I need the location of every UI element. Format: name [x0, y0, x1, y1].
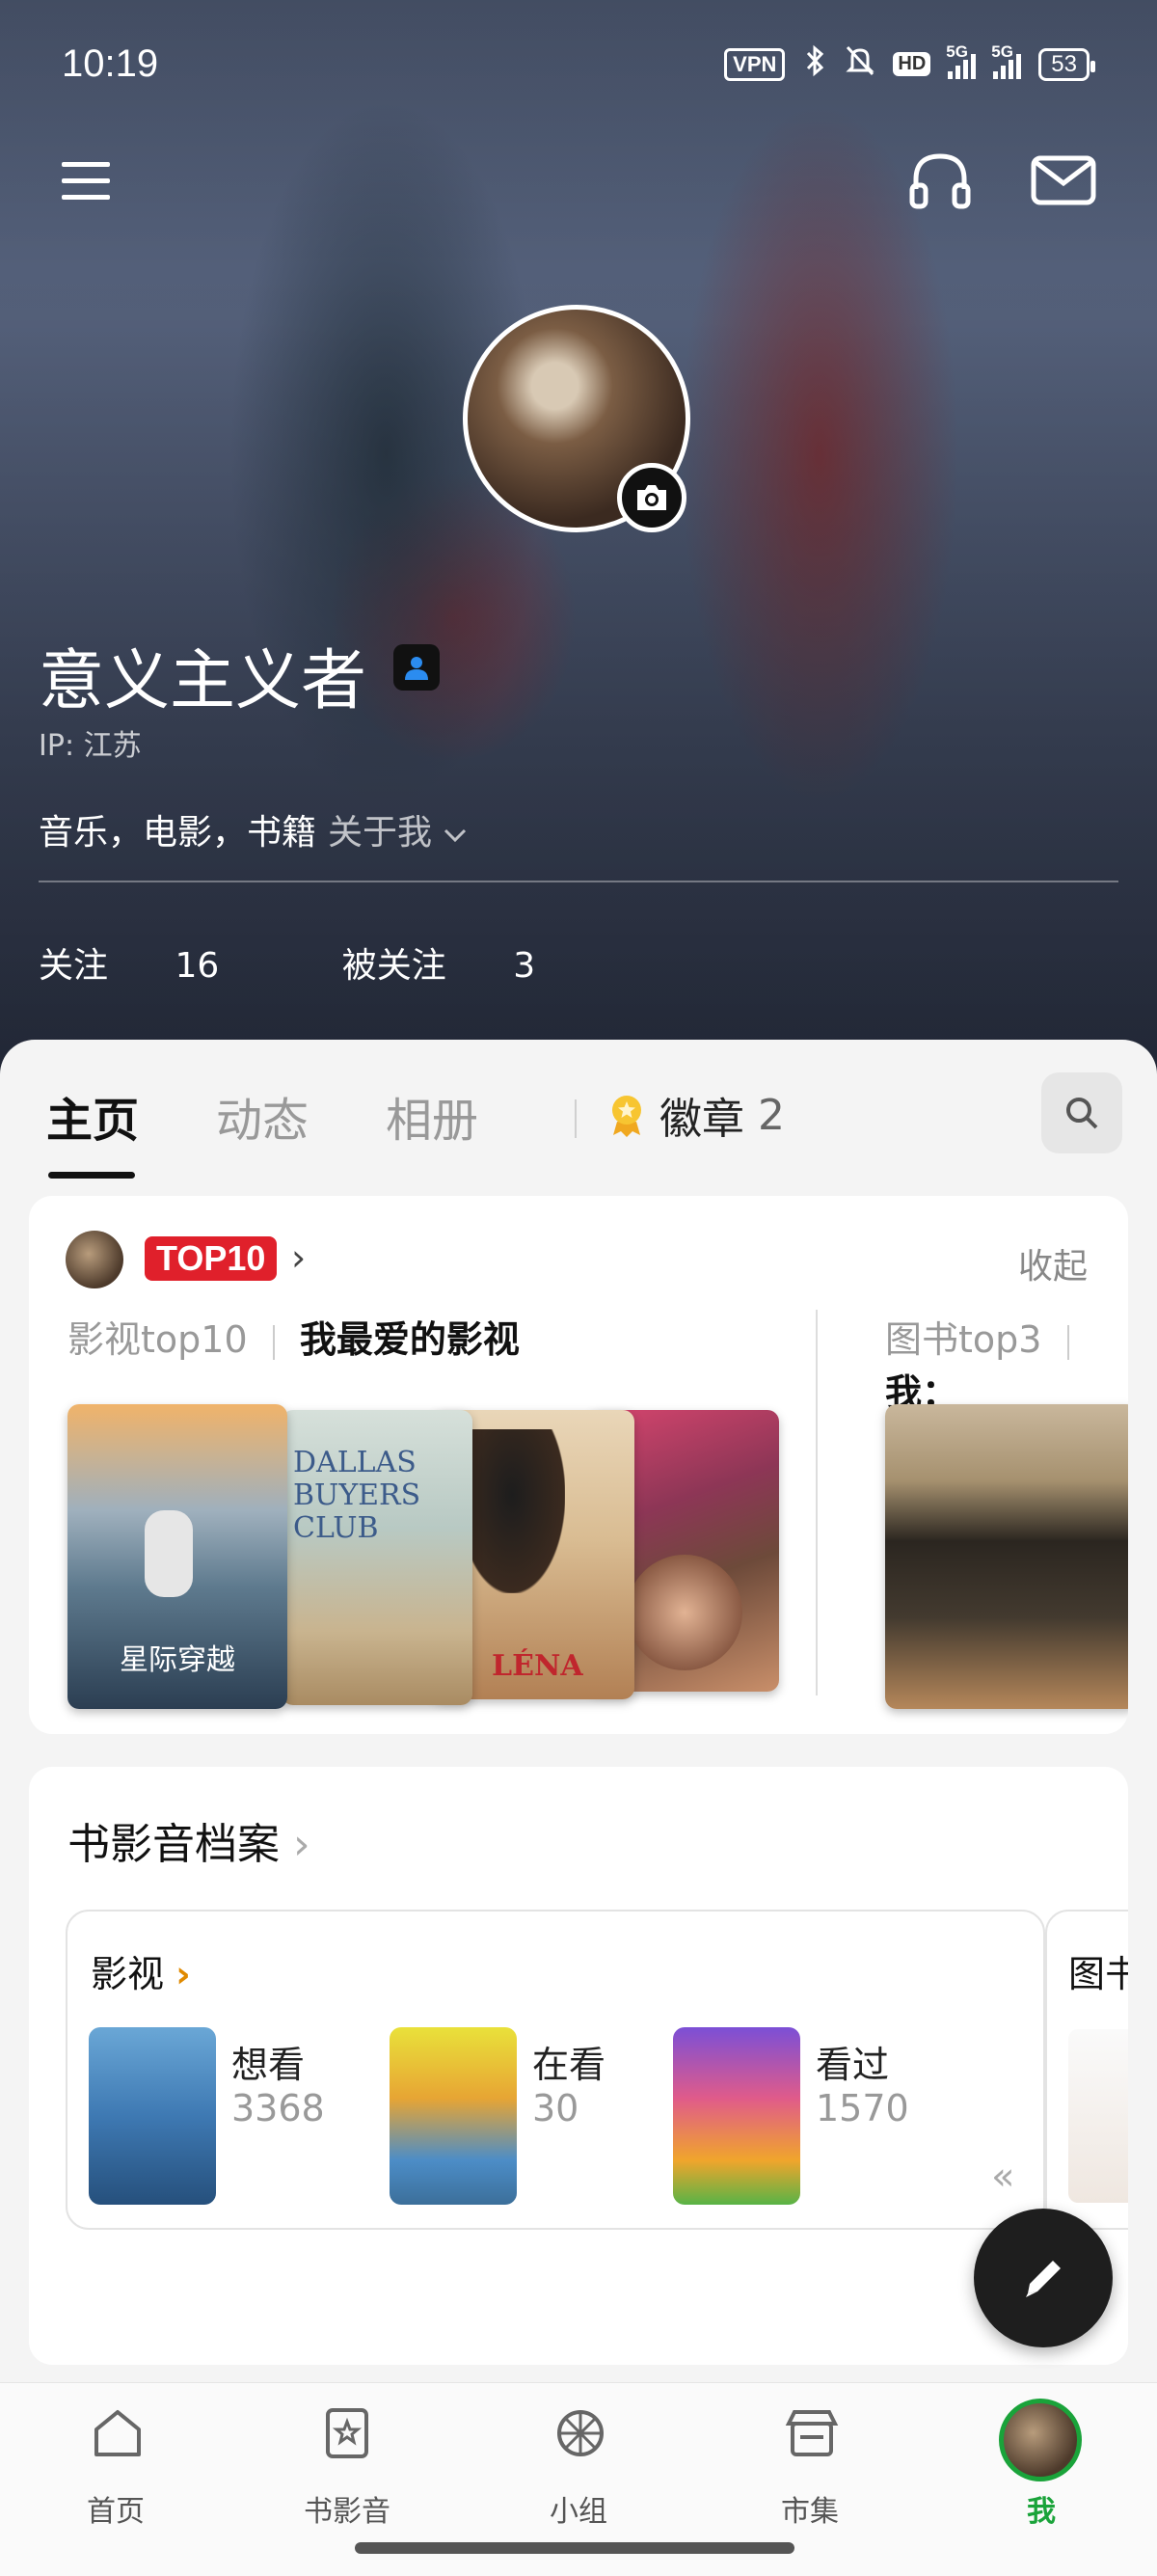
books-link[interactable]: 图书	[1068, 1944, 1128, 1997]
battery-indicator: 53	[1038, 47, 1095, 81]
poster-book[interactable]	[885, 1404, 1128, 1709]
thumb-want[interactable]	[89, 2027, 216, 2205]
medal-icon	[612, 1096, 641, 1137]
stat-want-label[interactable]: 想看	[231, 2035, 305, 2088]
compose-button[interactable]	[974, 2209, 1113, 2347]
groups-icon	[557, 2410, 604, 2456]
followers-stat[interactable]: 被关注 3	[342, 946, 591, 986]
home-indicator[interactable]	[355, 2542, 794, 2554]
thumb-book[interactable]	[1068, 2029, 1128, 2203]
vpn-indicator: VPN	[724, 47, 786, 81]
avatar	[999, 2399, 1082, 2481]
tab-separator	[575, 1099, 577, 1138]
stat-watched-label[interactable]: 看过	[816, 2035, 889, 2088]
mail-icon[interactable]	[1030, 152, 1097, 214]
ip-location: IP: 江苏	[39, 729, 142, 763]
search-icon	[1066, 1098, 1098, 1129]
tab-activity[interactable]: 动态	[216, 1082, 309, 1150]
poster-title: 星际穿越	[120, 1643, 235, 1677]
stat-want-count: 3368	[231, 2087, 325, 2129]
stat-watching-count: 30	[532, 2087, 579, 2129]
status-bar: 10:19 VPN HD 5G 5G 53	[0, 0, 1157, 125]
top10-badge[interactable]: TOP10	[145, 1236, 278, 1281]
bluetooth-icon	[802, 44, 827, 84]
poster-interstellar[interactable]: 星际穿越	[67, 1404, 287, 1709]
hd-indicator: HD	[893, 52, 931, 76]
following-stat[interactable]: 关注 16	[39, 946, 275, 986]
pencil-icon	[1026, 2261, 1061, 2297]
top10-card: TOP10 › 收起 影视top10 我最爱的影视 图书top3 我： LÉNA…	[29, 1196, 1128, 1734]
badges-tab[interactable]: 徽章 2	[607, 1084, 785, 1146]
top-list-books-header[interactable]: 图书top3 我：	[885, 1310, 1128, 1416]
status-icons: VPN HD 5G 5G 53	[724, 42, 1095, 84]
about-me-link[interactable]: 关于我	[328, 813, 468, 853]
interests-text: 音乐，电影，书籍	[39, 813, 317, 853]
menu-icon[interactable]	[60, 156, 114, 210]
poster-title: DALLAS BUYERS CLUB	[293, 1446, 421, 1545]
double-chevron-left-icon[interactable]: «	[991, 2155, 1014, 2199]
username: 意义主义者	[39, 643, 367, 719]
tab-home[interactable]: 主页	[46, 1082, 139, 1179]
books-archive-panel[interactable]: 图书	[1045, 1910, 1128, 2230]
home-icon	[94, 2410, 141, 2456]
avatar	[66, 1231, 123, 1288]
tab-album[interactable]: 相册	[386, 1082, 478, 1150]
search-button[interactable]	[1041, 1072, 1122, 1153]
stat-watched-count: 1570	[816, 2087, 909, 2129]
camera-icon[interactable]	[617, 463, 686, 532]
shop-icon	[785, 2410, 839, 2456]
poster-dallas-buyers-club[interactable]: DALLAS BUYERS CLUB	[282, 1410, 472, 1705]
movies-link[interactable]: 影视 ›	[91, 1944, 191, 1997]
movies-archive-panel: 影视 › 想看 3368 在看 30 看过 1570 «	[66, 1910, 1045, 2230]
profile-tabs: 主页 动态 相册	[46, 1082, 478, 1179]
star-card-icon	[326, 2408, 368, 2458]
interests-line: 音乐，电影，书籍 关于我	[39, 804, 468, 854]
list-divider	[816, 1310, 818, 1695]
thumb-watched[interactable]	[673, 2027, 800, 2205]
signal-icon: 5G	[946, 42, 977, 79]
archive-title[interactable]: 书影音档案 ›	[67, 1809, 310, 1871]
collapse-button[interactable]: 收起	[1018, 1238, 1088, 1288]
signal-icon-2: 5G	[991, 42, 1022, 79]
status-time: 10:19	[62, 42, 159, 85]
follow-stats: 关注 16 被关注 3	[39, 937, 647, 988]
person-badge-icon[interactable]	[393, 644, 440, 691]
stat-watching-label[interactable]: 在看	[532, 2035, 605, 2088]
chevron-down-icon	[444, 828, 467, 843]
archive-card: 书影音档案 › 影视 › 想看 3368 在看 30 看过 1570 « 图书	[29, 1767, 1128, 2365]
headphones-icon[interactable]	[906, 147, 974, 218]
top-list-movies-header[interactable]: 影视top10 我最爱的影视	[67, 1310, 520, 1363]
thumb-watching[interactable]	[390, 2027, 517, 2205]
chevron-right-icon[interactable]: ›	[291, 1236, 306, 1279]
poster-title: LÉNA	[492, 1649, 583, 1683]
header-divider	[39, 881, 1118, 882]
profile-header-background	[0, 0, 1157, 1080]
mute-bell-icon	[845, 44, 875, 84]
